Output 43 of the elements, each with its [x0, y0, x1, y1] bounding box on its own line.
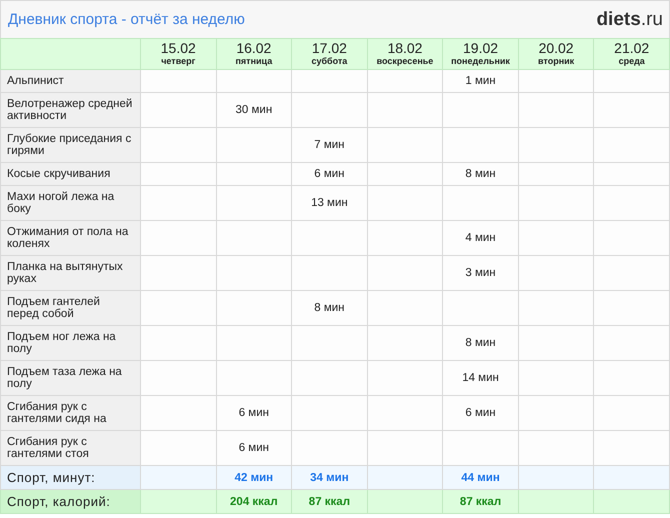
- table-cell: 30 мин: [216, 92, 292, 128]
- table-cell: 3 мин: [442, 256, 518, 290]
- table-cell: 6 мин: [216, 396, 292, 430]
- exercise-name: Сгибания рук с гантелями стоя: [0, 430, 140, 466]
- total-label: Спорт, калорий:: [0, 490, 140, 514]
- exercise-name: Сгибания рук с гантелями сидя на: [0, 396, 140, 430]
- day-header: 17.02 суббота: [292, 38, 368, 70]
- table-cell: 1 мин: [442, 70, 518, 92]
- exercise-name: Косые скручивания: [0, 162, 140, 186]
- exercise-name: Подъем ног лежа на полу: [0, 326, 140, 360]
- exercise-name: Подъем гантелей перед собой: [0, 290, 140, 326]
- table-cell: 13 мин: [292, 186, 368, 220]
- exercise-name: Махи ногой лежа на боку: [0, 186, 140, 220]
- day-header: 18.02 воскресенье: [367, 38, 443, 70]
- day-header: 19.02 понедельник: [442, 38, 518, 70]
- exercise-name: Подъем таза лежа на полу: [0, 360, 140, 396]
- table-cell: 7 мин: [292, 128, 368, 162]
- day-header: 16.02 пятница: [216, 38, 292, 70]
- table-cell: 204 ккал: [216, 490, 292, 514]
- table-cell: 34 мин: [292, 466, 368, 490]
- total-label: Спорт, минут:: [0, 466, 140, 490]
- site-logo[interactable]: diets.ru: [596, 8, 663, 30]
- exercise-name: Планка на вытянутых руках: [0, 256, 140, 290]
- table-cell: 8 мин: [292, 290, 368, 326]
- table-cell: 44 мин: [442, 466, 518, 490]
- day-header: 20.02 вторник: [518, 38, 594, 70]
- table-cell: 6 мин: [216, 430, 292, 466]
- exercise-name: Альпинист: [0, 70, 140, 92]
- table-cell: 8 мин: [442, 326, 518, 360]
- exercise-name: Велотренажер средней активности: [0, 92, 140, 128]
- table-cell: 14 мин: [442, 360, 518, 396]
- table-cell: 4 мин: [442, 220, 518, 256]
- day-header: 15.02 четверг: [140, 38, 216, 70]
- exercise-name: Отжимания от пола на коленях: [0, 220, 140, 256]
- table-cell: 42 мин: [216, 466, 292, 490]
- table-cell: 87 ккал: [442, 490, 518, 514]
- table-cell: 8 мин: [442, 162, 518, 186]
- table-cell: 6 мин: [292, 162, 368, 186]
- table-cell: 87 ккал: [292, 490, 368, 514]
- exercise-name: Глубокие приседания с гирями: [0, 128, 140, 162]
- table-cell: 6 мин: [442, 396, 518, 430]
- page-title: Дневник спорта - отчёт за неделю: [8, 11, 245, 28]
- day-header: 21.02 среда: [594, 38, 670, 70]
